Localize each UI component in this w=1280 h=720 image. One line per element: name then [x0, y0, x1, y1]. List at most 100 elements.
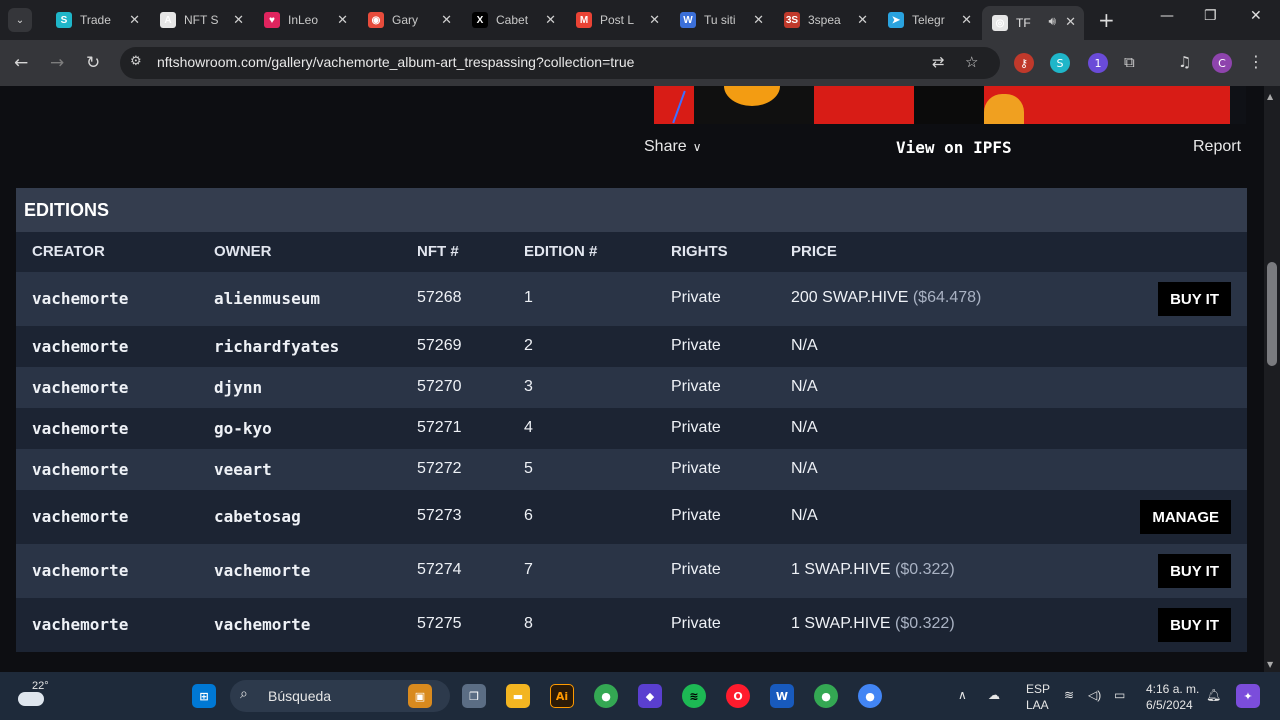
- browser-tab[interactable]: ◎ TF 🔊︎ ✕: [982, 6, 1084, 40]
- browser-tab[interactable]: A NFT S ✕: [150, 4, 252, 36]
- site-info-icon[interactable]: ⚙: [130, 54, 142, 69]
- language-bottom[interactable]: LAA: [1026, 698, 1049, 712]
- scrollbar-thumb[interactable]: [1267, 262, 1277, 366]
- battery-icon[interactable]: ▭: [1114, 688, 1125, 702]
- browser-tab[interactable]: ◉ Gary ✕: [358, 4, 460, 36]
- back-icon[interactable]: ←: [14, 53, 28, 73]
- close-tab-icon[interactable]: ✕: [857, 12, 868, 28]
- buy-it-button[interactable]: BUY IT: [1158, 282, 1231, 316]
- owner-link[interactable]: veeart: [214, 460, 272, 479]
- edition-number: 1: [524, 289, 533, 306]
- buy-it-button[interactable]: BUY IT: [1158, 608, 1231, 642]
- language-top[interactable]: ESP: [1026, 682, 1050, 696]
- scroll-up-icon[interactable]: ▲: [1267, 92, 1273, 101]
- new-tab-button[interactable]: +: [1098, 8, 1115, 32]
- weather-cloud-icon[interactable]: [18, 692, 44, 706]
- browser-tab[interactable]: ➤ Telegr ✕: [878, 4, 980, 36]
- owner-link[interactable]: richardfyates: [214, 337, 339, 356]
- creator-link[interactable]: vachemorte: [32, 615, 128, 634]
- word-icon[interactable]: W: [770, 684, 794, 708]
- bookmark-star-icon[interactable]: ☆: [965, 53, 978, 71]
- copilot-icon[interactable]: ◆: [638, 684, 662, 708]
- weather-temperature[interactable]: 22°: [32, 680, 49, 692]
- rights-value: Private: [671, 289, 721, 306]
- page-scrollbar[interactable]: [1264, 86, 1280, 672]
- owner-link[interactable]: cabetosag: [214, 507, 301, 526]
- copilot-preview-icon[interactable]: ✦: [1236, 684, 1260, 708]
- close-tab-icon[interactable]: ✕: [337, 12, 348, 28]
- manage-button[interactable]: MANAGE: [1140, 500, 1231, 534]
- profile-avatar[interactable]: C: [1212, 53, 1232, 73]
- browser-tab[interactable]: ♥ InLeo ✕: [254, 4, 356, 36]
- close-tab-icon[interactable]: ✕: [1065, 14, 1076, 30]
- browser-tab[interactable]: W Tu siti ✕: [670, 4, 772, 36]
- close-tab-icon[interactable]: ✕: [545, 12, 556, 28]
- opera-icon[interactable]: O: [726, 684, 750, 708]
- speaker-icon[interactable]: 🔊︎: [1048, 14, 1056, 29]
- chrome-profile-icon[interactable]: ●: [814, 684, 838, 708]
- price-amount: N/A: [791, 507, 818, 524]
- creator-link[interactable]: vachemorte: [32, 507, 128, 526]
- forward-icon[interactable]: →: [50, 53, 64, 73]
- chrome-icon[interactable]: ●: [594, 684, 618, 708]
- url-text[interactable]: nftshowroom.com/gallery/vachemorte_album…: [157, 54, 634, 70]
- edition-number: 2: [524, 337, 533, 354]
- task-view-icon[interactable]: ❒: [462, 684, 486, 708]
- clock-time[interactable]: 4:16 a. m.: [1146, 682, 1199, 696]
- browser-tab[interactable]: M Post L ✕: [566, 4, 668, 36]
- notification-icon[interactable]: 🔔︎: [1206, 688, 1221, 702]
- browser-tab[interactable]: S Trade ✕: [46, 4, 148, 36]
- spotify-icon[interactable]: ≋: [682, 684, 706, 708]
- show-hidden-icons-icon[interactable]: ∧: [958, 688, 967, 702]
- creator-link[interactable]: vachemorte: [32, 289, 128, 308]
- close-tab-icon[interactable]: ✕: [753, 12, 764, 28]
- view-on-ipfs-link[interactable]: View on IPFS: [896, 138, 1012, 157]
- close-tab-icon[interactable]: ✕: [129, 12, 140, 28]
- share-button[interactable]: Share ∨: [644, 138, 702, 156]
- owner-link[interactable]: go-kyo: [214, 419, 272, 438]
- creator-link[interactable]: vachemorte: [32, 378, 128, 397]
- nft-number: 57271: [417, 419, 462, 436]
- browser-tab[interactable]: 3S 3spea ✕: [774, 4, 876, 36]
- owner-link[interactable]: vachemorte: [214, 561, 310, 580]
- close-window-icon[interactable]: ✕: [1250, 8, 1262, 24]
- wifi-icon[interactable]: ≋: [1064, 688, 1074, 702]
- creator-link[interactable]: vachemorte: [32, 561, 128, 580]
- report-link[interactable]: Report: [1193, 138, 1241, 156]
- reload-icon[interactable]: ↻: [86, 53, 100, 73]
- scroll-down-icon[interactable]: ▼: [1267, 660, 1273, 669]
- tab-search-button[interactable]: ⌄: [8, 8, 32, 32]
- extension-swap-icon[interactable]: S: [1050, 53, 1070, 73]
- tab-favicon-icon: 3S: [784, 12, 800, 28]
- minimize-icon[interactable]: —: [1160, 8, 1174, 24]
- artwork-image[interactable]: [654, 86, 1246, 124]
- windows-start-icon[interactable]: ⊞: [192, 684, 216, 708]
- illustrator-icon[interactable]: Ai: [550, 684, 574, 708]
- translate-icon[interactable]: ⇄: [932, 53, 945, 71]
- extension-badge-icon[interactable]: 1: [1088, 53, 1108, 73]
- volume-icon[interactable]: ◁): [1088, 688, 1101, 702]
- creator-link[interactable]: vachemorte: [32, 419, 128, 438]
- extension-key-icon[interactable]: ⚷: [1014, 53, 1034, 73]
- owner-link[interactable]: alienmuseum: [214, 289, 320, 308]
- close-tab-icon[interactable]: ✕: [233, 12, 244, 28]
- restore-icon[interactable]: ❐: [1204, 8, 1217, 24]
- close-tab-icon[interactable]: ✕: [961, 12, 972, 28]
- owner-link[interactable]: vachemorte: [214, 615, 310, 634]
- creator-link[interactable]: vachemorte: [32, 460, 128, 479]
- clock-date[interactable]: 6/5/2024: [1146, 698, 1193, 712]
- chrome-active-icon[interactable]: ●: [858, 684, 882, 708]
- browser-menu-icon[interactable]: ⋮: [1248, 52, 1264, 71]
- search-highlight-icon[interactable]: ▣: [408, 684, 432, 708]
- network-alert-icon[interactable]: ☁: [988, 688, 1000, 702]
- tab-title: 3spea: [808, 13, 841, 27]
- creator-link[interactable]: vachemorte: [32, 337, 128, 356]
- owner-link[interactable]: djynn: [214, 378, 262, 397]
- close-tab-icon[interactable]: ✕: [441, 12, 452, 28]
- extensions-puzzle-icon[interactable]: ⧉: [1124, 53, 1135, 71]
- file-explorer-icon[interactable]: ▬: [506, 684, 530, 708]
- media-controls-icon[interactable]: ♫: [1178, 53, 1191, 71]
- close-tab-icon[interactable]: ✕: [649, 12, 660, 28]
- browser-tab[interactable]: X Cabet ✕: [462, 4, 564, 36]
- buy-it-button[interactable]: BUY IT: [1158, 554, 1231, 588]
